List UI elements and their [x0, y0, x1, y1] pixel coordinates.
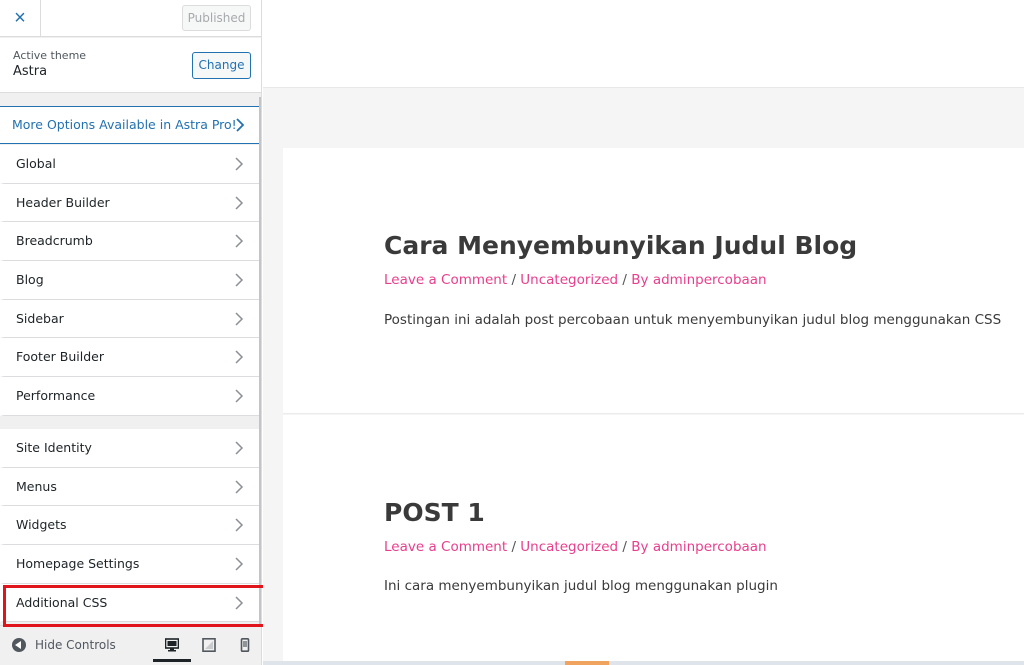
- section-label: Header Builder: [16, 194, 110, 210]
- post-meta: Leave a Comment / Uncategorized / By adm…: [384, 272, 767, 288]
- section-menus[interactable]: Menus: [0, 467, 259, 507]
- section-blog[interactable]: Blog: [0, 261, 259, 300]
- section-label: Homepage Settings: [16, 556, 140, 572]
- chevron-right-icon: [235, 157, 244, 171]
- preview-mobile-button[interactable]: [226, 634, 261, 662]
- collapse-arrow-icon: [12, 638, 26, 652]
- by-text: By: [631, 272, 649, 288]
- section-sidebar[interactable]: Sidebar: [0, 299, 259, 339]
- astra-pro-banner-label: More Options Available in Astra Pro!: [12, 117, 237, 132]
- meta-separator: /: [618, 539, 632, 555]
- section-global[interactable]: Global: [0, 145, 259, 184]
- section-label: Site Identity: [16, 440, 92, 455]
- post-card: Cara Menyembunyikan Judul Blog Leave a C…: [283, 148, 1024, 414]
- chevron-right-icon: [235, 196, 244, 210]
- hide-controls-label: Hide Controls: [35, 638, 116, 652]
- section-label: Breadcrumb: [16, 233, 93, 249]
- mobile-icon: [240, 638, 250, 652]
- by-text: By: [631, 539, 649, 555]
- category-link[interactable]: Uncategorized: [520, 539, 618, 555]
- post-title[interactable]: POST 1: [384, 498, 485, 527]
- chevron-right-icon: [235, 234, 244, 248]
- section-label: Sidebar: [16, 310, 64, 326]
- hide-controls-button[interactable]: Hide Controls: [12, 634, 116, 656]
- section-site-identity[interactable]: Site Identity: [0, 429, 259, 468]
- section-label: Performance: [16, 388, 96, 404]
- chevron-right-icon: [235, 518, 244, 532]
- active-theme-panel: Active theme Astra Change: [0, 38, 261, 93]
- section-label: Widgets: [16, 517, 67, 533]
- comment-link[interactable]: Leave a Comment: [384, 539, 507, 555]
- section-header-builder[interactable]: Header Builder: [0, 183, 259, 223]
- site-preview: Cara Menyembunyikan Judul Blog Leave a C…: [263, 0, 1024, 665]
- section-additional-css[interactable]: Additional CSS: [0, 583, 259, 623]
- preview-tablet-button[interactable]: [190, 634, 228, 662]
- change-theme-button[interactable]: Change: [192, 52, 251, 79]
- meta-separator: /: [507, 272, 521, 288]
- comment-link[interactable]: Leave a Comment: [384, 272, 507, 288]
- section-label: Additional CSS: [16, 594, 108, 610]
- customizer-header: × Published: [0, 0, 261, 37]
- bottom-scroll-accent: [565, 661, 609, 665]
- active-theme-name: Astra: [13, 64, 48, 79]
- site-header: [263, 0, 1024, 88]
- close-icon[interactable]: ×: [0, 0, 41, 37]
- bottom-scroll-strip: [263, 661, 1024, 665]
- section-homepage-settings[interactable]: Homepage Settings: [0, 545, 259, 584]
- meta-separator: /: [507, 539, 521, 555]
- desktop-icon: [165, 638, 179, 652]
- author-link[interactable]: adminpercobaan: [653, 272, 767, 288]
- preview-desktop-button[interactable]: [153, 634, 191, 662]
- chevron-right-icon: [235, 596, 244, 610]
- post-excerpt: Ini cara menyembunyikan judul blog mengg…: [384, 578, 778, 594]
- section-widgets[interactable]: Widgets: [0, 506, 259, 546]
- chevron-right-icon: [235, 273, 244, 287]
- chevron-right-icon: [235, 389, 244, 403]
- customizer-footer: Hide Controls: [0, 625, 261, 665]
- published-button[interactable]: Published: [182, 5, 251, 31]
- section-label: Footer Builder: [16, 349, 104, 365]
- section-label: Blog: [16, 272, 44, 288]
- author-link[interactable]: adminpercobaan: [653, 539, 767, 555]
- meta-separator: /: [618, 272, 632, 288]
- chevron-right-icon: [236, 118, 245, 132]
- section-label: Global: [16, 156, 56, 171]
- astra-section-list: Global Header Builder Breadcrumb Blog Si…: [0, 145, 259, 416]
- chevron-right-icon: [235, 350, 244, 364]
- tablet-icon: [202, 638, 216, 652]
- customizer-sidebar: × Published Active theme Astra Change Mo…: [0, 0, 262, 665]
- post-card: POST 1 Leave a Comment / Uncategorized /…: [283, 415, 1024, 665]
- active-theme-label: Active theme: [13, 49, 87, 62]
- post-excerpt: Postingan ini adalah post percobaan untu…: [384, 312, 1002, 328]
- chevron-right-icon: [235, 312, 244, 326]
- section-footer-builder[interactable]: Footer Builder: [0, 338, 259, 378]
- astra-pro-banner[interactable]: More Options Available in Astra Pro!: [0, 106, 259, 144]
- chevron-right-icon: [235, 557, 244, 571]
- sidebar-scrollbar[interactable]: [259, 97, 261, 625]
- post-title[interactable]: Cara Menyembunyikan Judul Blog: [384, 231, 857, 260]
- category-link[interactable]: Uncategorized: [520, 272, 618, 288]
- section-breadcrumb[interactable]: Breadcrumb: [0, 222, 259, 262]
- chevron-right-icon: [235, 480, 244, 494]
- section-performance[interactable]: Performance: [0, 377, 259, 416]
- post-meta: Leave a Comment / Uncategorized / By adm…: [384, 539, 767, 555]
- chevron-right-icon: [235, 441, 244, 455]
- section-label: Menus: [16, 478, 57, 494]
- core-section-list: Site Identity Menus Widgets Homepage Set…: [0, 429, 259, 623]
